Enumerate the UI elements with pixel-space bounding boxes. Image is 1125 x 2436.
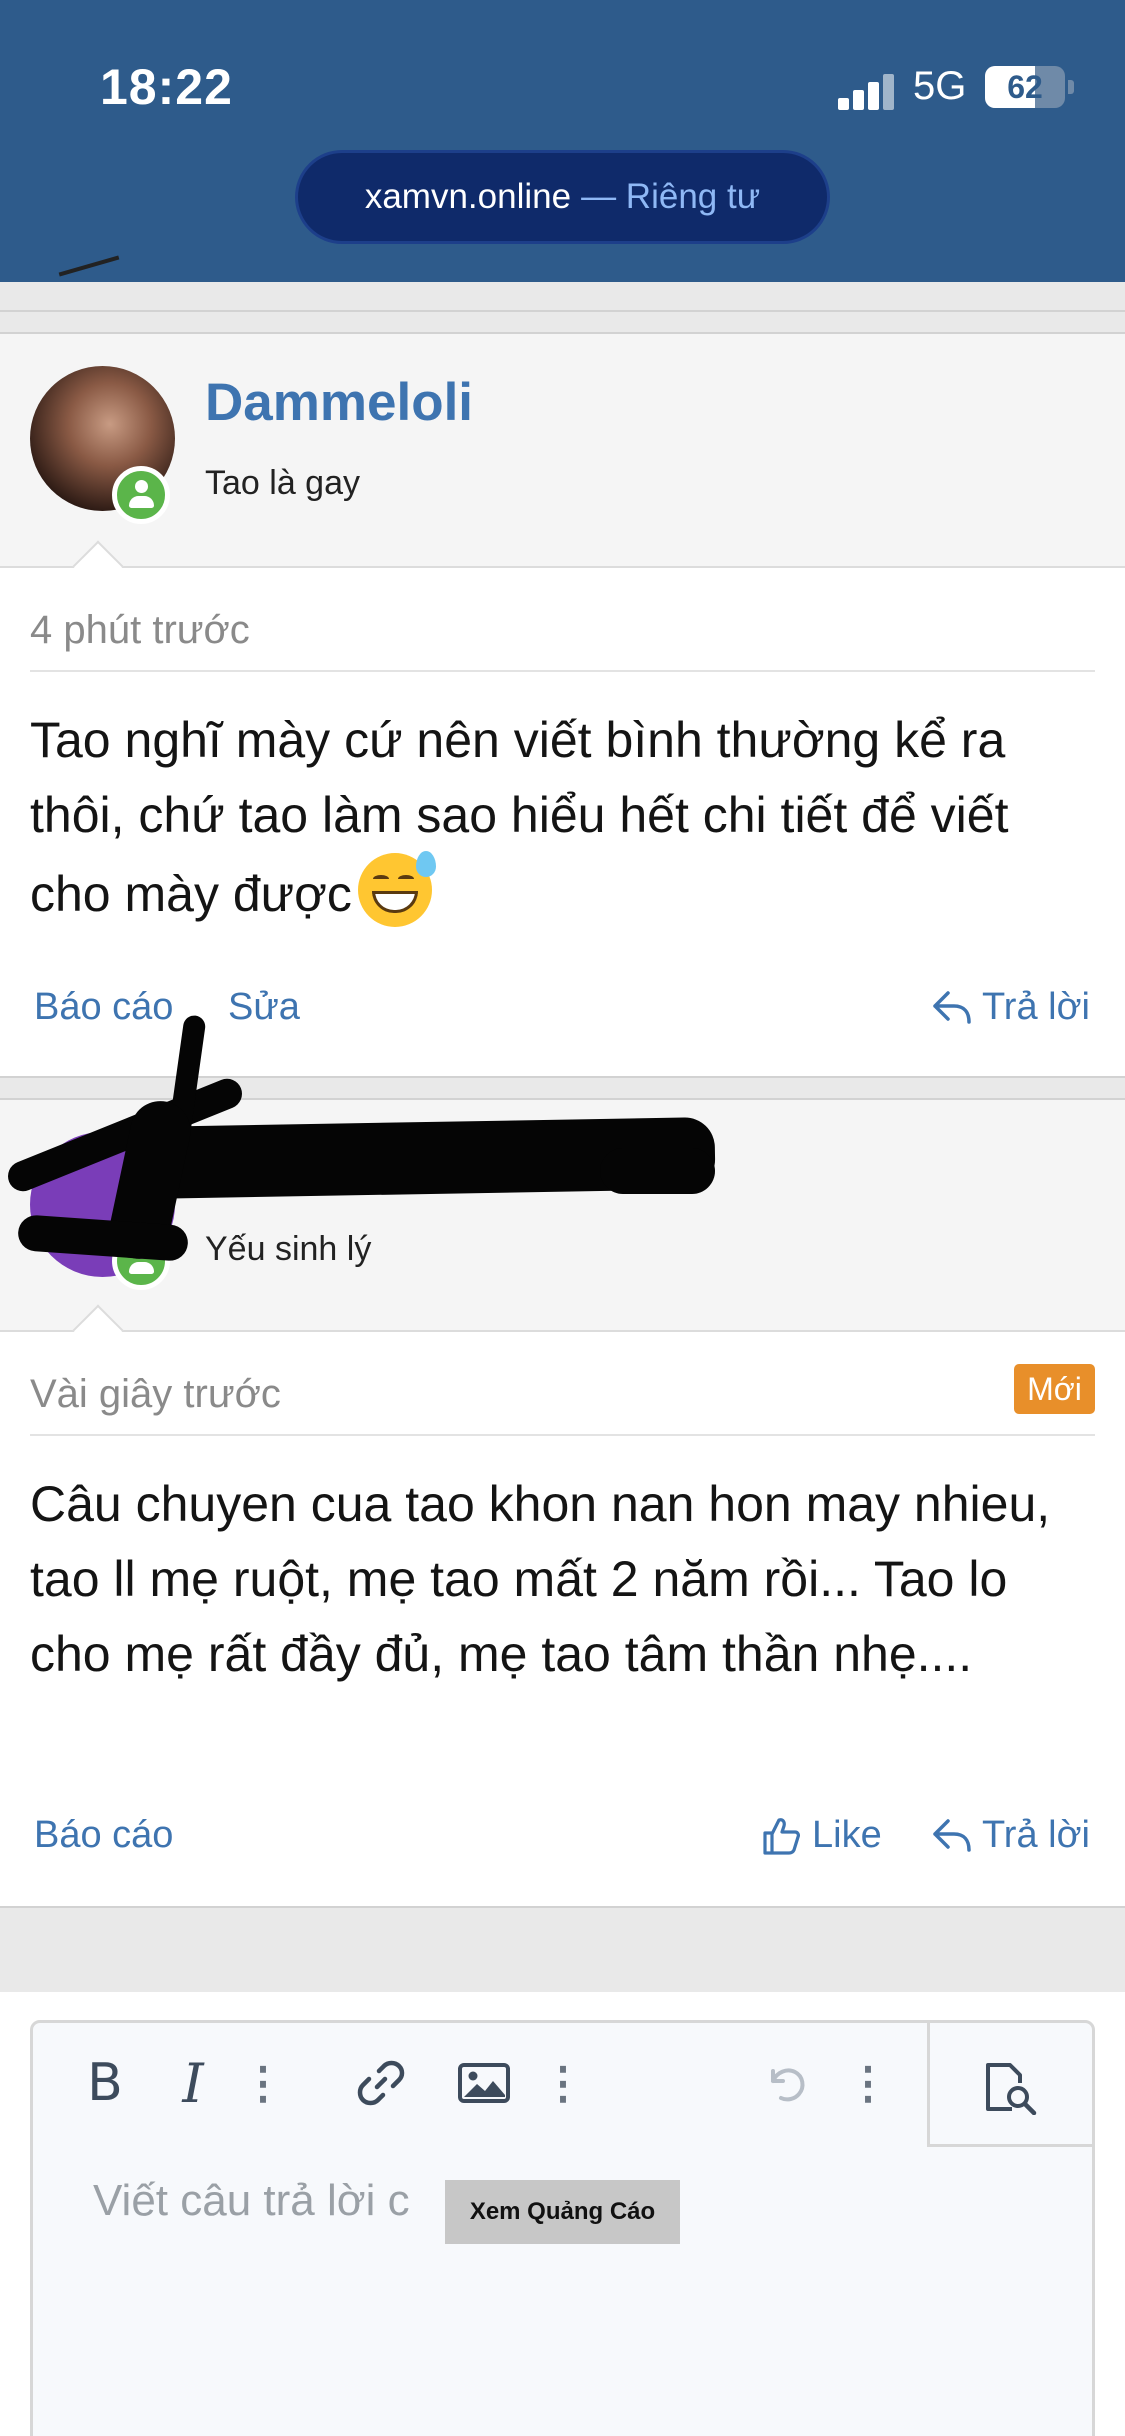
- page: { "status_bar": {"time": "18:22", "netwo…: [0, 0, 1125, 2436]
- undo-icon[interactable]: [755, 2043, 815, 2123]
- new-badge: Mới: [1014, 1364, 1095, 1414]
- status-and-url-bar: 18:22 5G 62 xamvn.online — Riêng tư: [0, 0, 1125, 282]
- edit-link[interactable]: Sửa: [228, 986, 300, 1029]
- user-title: Yếu sinh lý: [205, 1230, 372, 1268]
- divider: [0, 310, 1125, 334]
- divider: [30, 1434, 1095, 1436]
- battery-level: 62: [1007, 69, 1043, 105]
- network-type: 5G: [913, 64, 967, 108]
- post-text: Tao nghĩ mày cứ nên viết bình thường kể …: [30, 712, 1009, 922]
- address-bar[interactable]: xamvn.online — Riêng tư: [295, 150, 830, 244]
- username[interactable]: Dammeloli: [205, 372, 473, 433]
- report-link[interactable]: Báo cáo: [34, 986, 173, 1029]
- post-2-body: Vài giây trước Mới Câu chuyen cua tao kh…: [0, 1304, 1125, 1906]
- like-link[interactable]: Like: [812, 1814, 882, 1857]
- reply-icon: [933, 1819, 971, 1852]
- user-title: Tao là gay: [205, 464, 360, 502]
- post-time[interactable]: Vài giây trước: [30, 1372, 281, 1417]
- link-icon[interactable]: [351, 2043, 411, 2123]
- italic-icon[interactable]: I: [163, 2043, 223, 2123]
- image-icon[interactable]: [451, 2043, 517, 2123]
- editor-toolbar: B I ⋮ ⋮ ⋮: [33, 2023, 1092, 2147]
- report-link[interactable]: Báo cáo: [34, 1814, 173, 1857]
- preview-icon: [986, 2063, 1037, 2115]
- divider: [30, 670, 1095, 672]
- cellular-signal-icon: [838, 72, 898, 110]
- more-icon[interactable]: ⋮: [541, 2043, 585, 2123]
- more-icon[interactable]: ⋮: [846, 2043, 890, 2123]
- post-1-body: 4 phút trước Tao nghĩ mày cứ nên viết bì…: [0, 540, 1125, 1076]
- reply-placeholder: Viết câu trả lời c: [93, 2176, 410, 2225]
- battery-icon: 62: [985, 66, 1074, 108]
- preview-toggle[interactable]: [927, 2023, 1092, 2147]
- post-1-header: Dammeloli Tao là gay: [0, 334, 1125, 566]
- status-time: 18:22: [100, 59, 233, 115]
- bold-icon[interactable]: B: [75, 2043, 135, 2123]
- privacy-label: — Riêng tư: [581, 177, 761, 216]
- like-icon: [763, 1818, 800, 1855]
- scribble-redaction: [600, 1148, 715, 1194]
- reply-icon: [933, 991, 971, 1024]
- more-icon[interactable]: ⋮: [241, 2043, 285, 2123]
- post-separator: [0, 1076, 1125, 1098]
- grinning-sweat-emoji-icon: [357, 851, 436, 927]
- online-status-icon: [112, 466, 170, 524]
- reply-link[interactable]: Trả lời: [982, 1814, 1090, 1857]
- post-time[interactable]: 4 phút trước: [30, 608, 250, 653]
- post-content: Tao nghĩ mày cứ nên viết bình thường kể …: [30, 703, 1100, 932]
- reply-link[interactable]: Trả lời: [982, 986, 1090, 1029]
- view-ad-button[interactable]: Xem Quảng Cáo: [445, 2180, 680, 2244]
- section-separator: [0, 1906, 1125, 1992]
- url-domain: xamvn.online: [364, 177, 572, 216]
- post-content: Câu chuyen cua tao khon nan hon may nhie…: [30, 1476, 1051, 1682]
